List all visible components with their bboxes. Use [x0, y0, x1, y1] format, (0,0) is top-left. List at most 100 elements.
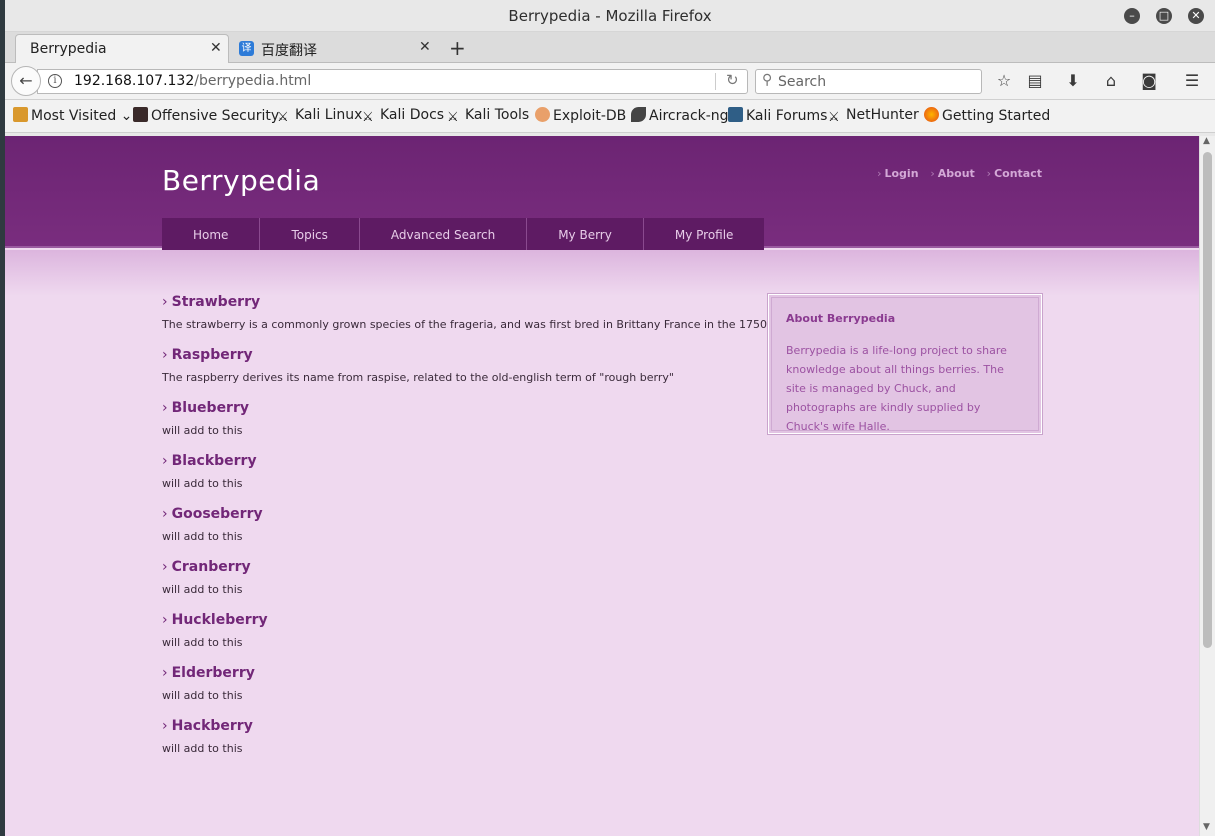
bookmark-label: Kali Linux	[295, 107, 363, 123]
berry-heading[interactable]: › Cranberry	[162, 559, 762, 577]
url-text[interactable]: 192.168.107.132/berrypedia.html	[74, 73, 311, 89]
sidebox-title: About Berrypedia	[786, 312, 896, 325]
back-button[interactable]: ←	[11, 66, 41, 96]
main-nav: Home Topics Advanced Search My Berry My …	[162, 218, 765, 254]
kali-dragon-icon: ⚔	[828, 110, 840, 125]
title-bar: Berrypedia - Mozilla Firefox – □ ✕	[5, 0, 1215, 32]
bookmark-getting-started[interactable]: Getting Started	[924, 107, 1050, 124]
search-bar[interactable]: ⚲	[755, 69, 982, 94]
bookmark-label: NetHunter	[846, 107, 919, 123]
close-tab-icon[interactable]: ✕	[210, 40, 222, 56]
folder-icon	[13, 107, 28, 122]
downloads-icon[interactable]: ⬇	[1062, 70, 1084, 92]
berry-description: will add to this	[162, 742, 243, 755]
url-separator	[715, 73, 716, 90]
chevron-down-icon: ⌄	[116, 108, 133, 124]
berry-heading[interactable]: › Hackberry	[162, 718, 762, 736]
search-input[interactable]	[778, 72, 973, 91]
nav-my-profile[interactable]: My Profile	[643, 218, 765, 254]
tab-label: 百度翻译	[261, 43, 317, 59]
nav-topics[interactable]: Topics	[260, 218, 360, 254]
berry-heading[interactable]: › Elderberry	[162, 665, 762, 683]
list-item: › Raspberry The raspberry derives its nam…	[162, 347, 762, 384]
site-title[interactable]: Berrypedia	[162, 164, 320, 197]
page-viewport: Berrypedia › Login › About › Contact Home T…	[5, 136, 1199, 836]
bookmark-label: Exploit-DB	[553, 108, 627, 124]
berry-heading[interactable]: › Blackberry	[162, 453, 762, 471]
berry-description: The strawberry is a commonly grown speci…	[162, 318, 780, 331]
pocket-icon[interactable]: ◙	[1138, 70, 1160, 92]
baidu-translate-icon: 译	[239, 41, 254, 56]
menu-icon[interactable]: ☰	[1181, 70, 1203, 92]
site-info-icon[interactable]: i	[48, 74, 62, 88]
home-icon[interactable]: ⌂	[1100, 70, 1122, 92]
bookmark-kali-docs[interactable]: ⚔ Kali Docs	[362, 107, 444, 125]
tab-label: Berrypedia	[30, 41, 107, 57]
berry-heading[interactable]: › Gooseberry	[162, 506, 762, 524]
list-item: › Blackberry will add to this	[162, 453, 762, 490]
kali-dragon-icon: ⚔	[362, 110, 374, 125]
bookmark-label: Kali Tools	[465, 107, 530, 123]
url-host: 192.168.107.132	[74, 73, 195, 89]
kali-dragon-icon: ⚔	[447, 110, 459, 125]
aircrack-icon	[631, 107, 646, 122]
berry-description: will add to this	[162, 424, 243, 437]
berry-heading[interactable]: › Huckleberry	[162, 612, 762, 630]
login-link[interactable]: › Login	[877, 167, 918, 180]
reading-list-icon[interactable]: ▤	[1024, 70, 1046, 92]
site-header: Berrypedia › Login › About › Contact Home T…	[5, 136, 1199, 254]
bookmark-exploit-db[interactable]: Exploit-DB	[535, 107, 626, 124]
bookmark-offensive-security[interactable]: Offensive Security	[133, 107, 279, 124]
berry-description: The raspberry derives its name from rasp…	[162, 371, 674, 384]
berry-description: will add to this	[162, 689, 243, 702]
new-tab-button[interactable]: +	[449, 36, 466, 60]
list-item: › Hackberry will add to this	[162, 718, 762, 755]
firefox-icon	[924, 107, 939, 122]
scrollbar-thumb[interactable]	[1203, 152, 1212, 648]
header-gradient-band	[5, 250, 1199, 296]
window-title: Berrypedia - Mozilla Firefox	[508, 7, 712, 25]
bookmark-kali-forums[interactable]: Kali Forums	[728, 107, 827, 124]
vertical-scrollbar[interactable]: ▲ ▼	[1199, 136, 1215, 836]
bookmark-label: Most Visited	[31, 108, 117, 124]
tab-baidu-translate[interactable]: 译 百度翻译 ✕	[231, 34, 437, 64]
nav-home[interactable]: Home	[162, 218, 261, 254]
scroll-down-icon[interactable]: ▼	[1203, 822, 1210, 832]
browser-window: Berrypedia - Mozilla Firefox – □ ✕ Berry…	[5, 0, 1215, 836]
list-item: › Blueberry will add to this	[162, 400, 762, 437]
top-links: › Login › About › Contact	[869, 167, 1042, 180]
list-item: › Elderberry will add to this	[162, 665, 762, 702]
berry-heading[interactable]: › Blueberry	[162, 400, 762, 418]
tab-berrypedia[interactable]: Berrypedia ✕	[15, 34, 229, 64]
bookmark-label: Kali Docs	[380, 107, 445, 123]
close-tab-icon[interactable]: ✕	[419, 39, 431, 55]
berry-heading[interactable]: › Strawberry	[162, 294, 762, 312]
kali-dragon-icon: ⚔	[277, 110, 289, 125]
reload-icon[interactable]: ↻	[726, 71, 739, 89]
bookmark-star-icon[interactable]: ☆	[993, 70, 1015, 92]
sidebox-text: Berrypedia is a life-long project to sha…	[786, 344, 1007, 433]
list-item: › Cranberry will add to this	[162, 559, 762, 596]
bookmark-most-visited[interactable]: Most Visited ⌄	[13, 107, 132, 124]
berry-description: will add to this	[162, 530, 243, 543]
bookmark-kali-tools[interactable]: ⚔ Kali Tools	[447, 107, 529, 125]
bookmark-label: Kali Forums	[746, 108, 828, 124]
url-bar[interactable]: i 192.168.107.132/berrypedia.html ↻	[37, 69, 748, 94]
nav-my-berry[interactable]: My Berry	[527, 218, 644, 254]
bookmark-label: Getting Started	[942, 108, 1051, 124]
berry-description: will add to this	[162, 477, 243, 490]
maximize-button[interactable]: □	[1156, 8, 1172, 24]
about-link[interactable]: › About	[930, 167, 974, 180]
berry-heading[interactable]: › Raspberry	[162, 347, 762, 365]
berry-list: › Strawberry The strawberry is a commonly…	[162, 294, 780, 771]
berry-description: will add to this	[162, 636, 243, 649]
close-window-button[interactable]: ✕	[1188, 8, 1204, 24]
nav-advanced-search[interactable]: Advanced Search	[359, 218, 528, 254]
bookmark-kali-linux[interactable]: ⚔ Kali Linux	[277, 107, 362, 125]
bookmark-aircrack-ng[interactable]: Aircrack-ng	[631, 107, 729, 124]
bookmark-nethunter[interactable]: ⚔ NetHunter	[828, 107, 919, 125]
contact-link[interactable]: › Contact	[987, 167, 1042, 180]
scroll-up-icon[interactable]: ▲	[1203, 136, 1210, 146]
bookmarks-toolbar: Most Visited ⌄ Offensive Security ⚔ Kali …	[5, 100, 1215, 133]
minimize-button[interactable]: –	[1124, 8, 1140, 24]
